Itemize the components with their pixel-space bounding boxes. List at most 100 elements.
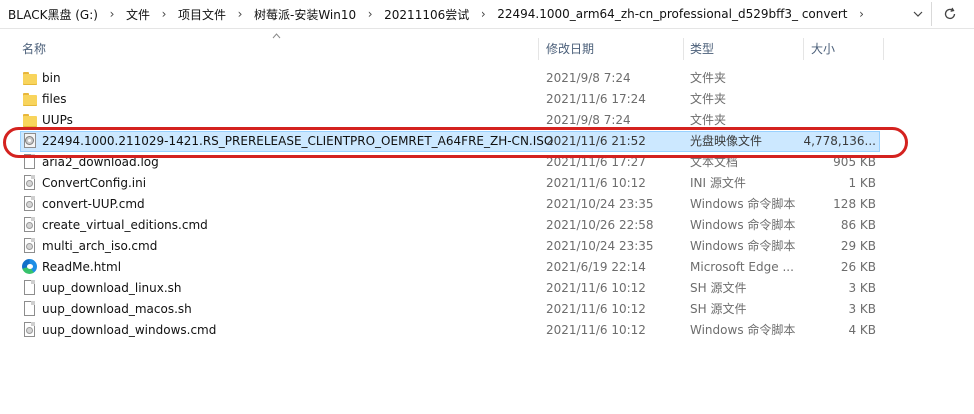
settings-file-icon	[22, 175, 38, 191]
file-type: Windows 命令脚本	[690, 218, 796, 232]
file-type: 光盘映像文件	[690, 134, 763, 148]
file-name: ReadMe.html	[42, 260, 122, 274]
column-divider[interactable]	[883, 38, 884, 60]
script-file-icon	[22, 322, 38, 338]
file-row-aria2-log[interactable]: aria2_download.log 2021/11/6 17:27 文本文档 …	[0, 152, 974, 173]
file-date: 2021/6/19 22:14	[546, 260, 646, 274]
address-bar[interactable]: BLACK黑盘 (G:) › 文件 › 项目文件 › 树莓派-安装Win10 ›…	[0, 0, 974, 28]
file-type: 文本文档	[690, 155, 739, 169]
file-type: Microsoft Edge ...	[690, 260, 794, 274]
file-date: 2021/11/6 10:12	[546, 281, 646, 295]
breadcrumb-separator-icon[interactable]: ›	[152, 7, 176, 21]
file-date: 2021/11/6 17:27	[546, 155, 646, 169]
file-name: bin	[42, 71, 61, 85]
file-type: 文件夹	[690, 113, 727, 127]
column-header-size[interactable]: 大小	[811, 36, 835, 60]
file-name: aria2_download.log	[42, 155, 159, 169]
breadcrumb-files[interactable]: 文件	[124, 6, 152, 23]
file-date: 2021/11/6 10:12	[546, 176, 646, 190]
script-file-icon	[22, 238, 38, 254]
column-header-type[interactable]: 类型	[690, 36, 714, 60]
script-file-icon	[22, 217, 38, 233]
refresh-icon[interactable]	[938, 0, 962, 28]
file-type: SH 源文件	[690, 302, 747, 316]
file-row-readme[interactable]: ReadMe.html 2021/6/19 22:14 Microsoft Ed…	[0, 257, 974, 278]
edge-html-icon	[22, 259, 37, 274]
script-file-icon	[22, 196, 38, 212]
breadcrumb-attempt-folder[interactable]: 20211106尝试	[382, 6, 471, 23]
breadcrumb-separator-icon[interactable]: ›	[471, 7, 495, 21]
file-size: 29 KB	[840, 239, 876, 253]
breadcrumb-raspberry-install[interactable]: 树莓派-安装Win10	[252, 6, 358, 23]
file-name: convert-UUP.cmd	[42, 197, 145, 211]
file-name: create_virtual_editions.cmd	[42, 218, 208, 232]
file-name: UUPs	[42, 113, 73, 127]
file-date: 2021/10/24 23:35	[546, 239, 654, 253]
file-row-uup-windows[interactable]: uup_download_windows.cmd 2021/11/6 10:12…	[0, 320, 974, 341]
chevron-down-icon[interactable]	[907, 0, 929, 28]
file-type: Windows 命令脚本	[690, 197, 796, 211]
file-size: 3 KB	[848, 302, 876, 316]
file-type: SH 源文件	[690, 281, 747, 295]
file-name: uup_download_macos.sh	[42, 302, 192, 316]
file-name: files	[42, 92, 67, 106]
file-row-create-virtual[interactable]: create_virtual_editions.cmd 2021/10/26 2…	[0, 215, 974, 236]
file-row-bin[interactable]: bin 2021/9/8 7:24 文件夹	[0, 68, 974, 89]
column-header-name[interactable]: 名称	[22, 36, 46, 60]
file-row-convert-uup[interactable]: convert-UUP.cmd 2021/10/24 23:35 Windows…	[0, 194, 974, 215]
folder-icon	[22, 91, 38, 107]
file-row-multi-arch[interactable]: multi_arch_iso.cmd 2021/10/24 23:35 Wind…	[0, 236, 974, 257]
file-type: 文件夹	[690, 92, 727, 106]
file-name: uup_download_windows.cmd	[42, 323, 217, 337]
file-type: Windows 命令脚本	[690, 239, 796, 253]
text-file-icon	[22, 154, 38, 170]
file-type: Windows 命令脚本	[690, 323, 796, 337]
breadcrumb-project-files[interactable]: 项目文件	[176, 6, 228, 23]
address-divider	[931, 2, 932, 26]
column-header-date[interactable]: 修改日期	[546, 36, 594, 60]
file-name: 22494.1000.211029-1421.RS_PRERELEASE_CLI…	[42, 134, 554, 148]
file-type: 文件夹	[690, 71, 727, 85]
file-date: 2021/11/6 17:24	[546, 92, 646, 106]
file-row-uup-macos[interactable]: uup_download_macos.sh 2021/11/6 10:12 SH…	[0, 299, 974, 320]
file-date: 2021/9/8 7:24	[546, 113, 631, 127]
file-size: 128 KB	[833, 197, 876, 211]
address-bar-divider	[0, 28, 974, 29]
sort-ascending-icon	[272, 32, 281, 42]
file-row-iso-selected[interactable]: 22494.1000.211029-1421.RS_PRERELEASE_CLI…	[0, 131, 974, 152]
file-size: 905 KB	[833, 155, 876, 169]
file-size: 1 KB	[848, 176, 876, 190]
breadcrumb: BLACK黑盘 (G:) › 文件 › 项目文件 › 树莓派-安装Win10 ›…	[6, 0, 873, 28]
file-row-convertconfig[interactable]: ConvertConfig.ini 2021/11/6 10:12 INI 源文…	[0, 173, 974, 194]
file-size: 86 KB	[840, 218, 876, 232]
file-name: ConvertConfig.ini	[42, 176, 147, 190]
column-divider[interactable]	[803, 38, 804, 60]
column-divider[interactable]	[683, 38, 684, 60]
file-name: uup_download_linux.sh	[42, 281, 182, 295]
disc-image-icon	[22, 133, 38, 149]
file-size: 26 KB	[840, 260, 876, 274]
file-row-uup-linux[interactable]: uup_download_linux.sh 2021/11/6 10:12 SH…	[0, 278, 974, 299]
file-row-files[interactable]: files 2021/11/6 17:24 文件夹	[0, 89, 974, 110]
file-list: bin 2021/9/8 7:24 文件夹 files 2021/11/6 17…	[0, 68, 974, 341]
file-date: 2021/10/26 22:58	[546, 218, 654, 232]
file-date: 2021/11/6 10:12	[546, 302, 646, 316]
file-size: 4 KB	[848, 323, 876, 337]
file-type: INI 源文件	[690, 176, 746, 190]
column-header-row: 名称 修改日期 类型 大小	[0, 33, 974, 60]
breadcrumb-current-folder[interactable]: 22494.1000_arm64_zh-cn_professional_d529…	[495, 7, 849, 21]
file-name: multi_arch_iso.cmd	[42, 239, 158, 253]
breadcrumb-separator-icon[interactable]: ›	[100, 7, 124, 21]
breadcrumb-separator-icon[interactable]: ›	[849, 7, 873, 21]
shell-file-icon	[22, 301, 38, 317]
file-row-uups[interactable]: UUPs 2021/9/8 7:24 文件夹	[0, 110, 974, 131]
folder-icon	[22, 112, 38, 128]
folder-icon	[22, 70, 38, 86]
breadcrumb-separator-icon[interactable]: ›	[228, 7, 252, 21]
column-divider[interactable]	[538, 38, 539, 60]
breadcrumb-drive[interactable]: BLACK黑盘 (G:)	[6, 6, 100, 23]
file-date: 2021/10/24 23:35	[546, 197, 654, 211]
breadcrumb-separator-icon[interactable]: ›	[358, 7, 382, 21]
file-size: 3 KB	[848, 281, 876, 295]
shell-file-icon	[22, 280, 38, 296]
